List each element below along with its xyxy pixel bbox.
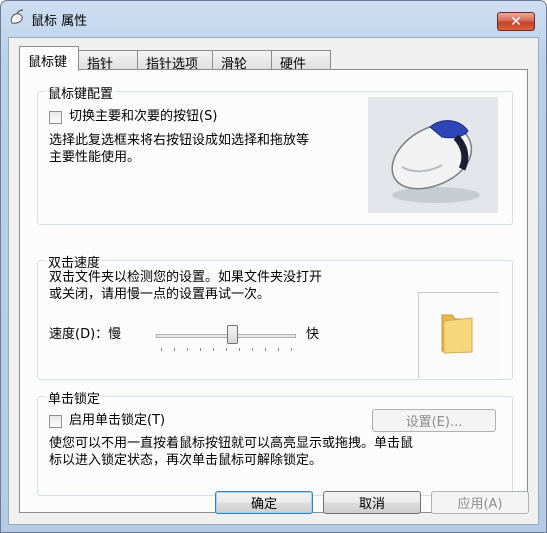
- button-config-group: 鼠标键配置 切换主要和次要的按钮(S) 选择此复选框来将右按钮设成如选择和拖放等…: [37, 83, 513, 225]
- mouse-illustration: [368, 97, 498, 213]
- click-lock-description-line1: 使您可以不用一直按着鼠标按钮就可以高亮显示或拖拽。单击鼠: [49, 436, 414, 451]
- switch-buttons-label[interactable]: 切换主要和次要的按钮(S): [69, 108, 217, 125]
- enable-click-lock-checkbox[interactable]: [49, 415, 62, 428]
- tab-wheel[interactable]: 滑轮: [212, 50, 272, 72]
- test-folder-area[interactable]: [418, 292, 499, 378]
- slider-tick: [174, 348, 175, 351]
- tab-pointer-options[interactable]: 指针选项: [137, 50, 213, 72]
- double-click-description-line1: 双击文件夹以检测您的设置。如果文件夹没打开: [49, 270, 323, 285]
- slider-tick: [200, 348, 201, 351]
- settings-button-label: 设置(E)...: [405, 415, 463, 430]
- slider-tick: [226, 348, 227, 351]
- close-button[interactable]: ✕: [497, 12, 535, 31]
- slider-track[interactable]: [156, 334, 296, 338]
- enable-click-lock-label[interactable]: 启用单击锁定(T): [69, 412, 165, 429]
- cancel-button[interactable]: 取消: [323, 491, 421, 514]
- mouse-properties-window: 鼠标 属性 ✕ 鼠标键 指针 指针选项 滑轮 硬件 鼠标键配置 切换主要和次要的…: [0, 0, 547, 533]
- tab-pointers[interactable]: 指针: [78, 50, 138, 72]
- ok-button[interactable]: 确定: [215, 491, 313, 514]
- click-lock-group: 单击锁定 启用单击锁定(T) 设置(E)... 使您可以不用一直按着鼠标按钮就可…: [37, 388, 513, 496]
- folder-icon[interactable]: [438, 311, 476, 355]
- button-config-description-line1: 选择此复选框来将右按钮设成如选择和拖放等: [49, 133, 310, 148]
- dialog-client-area: 鼠标键 指针 指针选项 滑轮 硬件 鼠标键配置 切换主要和次要的按钮(S) 选择…: [8, 37, 539, 525]
- speed-fast-label: 快: [306, 327, 320, 342]
- tab-buttons[interactable]: 鼠标键: [19, 46, 79, 71]
- click-lock-title: 单击锁定: [46, 388, 103, 407]
- switch-buttons-checkbox[interactable]: [49, 111, 62, 124]
- close-icon: ✕: [510, 13, 522, 30]
- buttons-tab-panel: 鼠标键配置 切换主要和次要的按钮(S) 选择此复选框来将右按钮设成如选择和拖放等…: [19, 69, 528, 513]
- double-click-speed-group: 双击速度 双击文件夹以检测您的设置。如果文件夹没打开 或关闭，请用慢一点的设置再…: [37, 252, 513, 380]
- double-click-speed-slider[interactable]: [156, 323, 296, 357]
- mouse-icon: [10, 9, 24, 24]
- tab-label: 鼠标键: [28, 55, 68, 70]
- slider-tick: [239, 348, 240, 351]
- slider-tick: [161, 348, 162, 351]
- mouse-image-icon: [391, 120, 480, 203]
- ok-button-label: 确定: [250, 497, 277, 512]
- slider-tick: [187, 348, 188, 351]
- click-lock-settings-button[interactable]: 设置(E)...: [372, 409, 496, 432]
- slider-tick: [213, 348, 214, 351]
- speed-slow-label: 速度(D)：慢: [49, 327, 122, 342]
- slider-tick: [291, 348, 292, 351]
- slider-tick: [265, 348, 266, 351]
- double-click-description-line2: 或关闭，请用慢一点的设置再试一次。: [49, 287, 271, 302]
- slider-thumb[interactable]: [227, 325, 238, 344]
- tab-hardware[interactable]: 硬件: [271, 50, 331, 72]
- click-lock-description-line2: 标以进入锁定状态，再次单击鼠标可解除锁定。: [49, 453, 323, 468]
- apply-button[interactable]: 应用(A): [431, 491, 529, 514]
- button-config-description-line2: 主要性能使用。: [49, 150, 141, 165]
- button-config-title: 鼠标键配置: [46, 83, 116, 102]
- apply-button-label: 应用(A): [457, 497, 503, 512]
- slider-tick: [252, 348, 253, 351]
- slider-tick: [278, 348, 279, 351]
- cancel-button-label: 取消: [358, 497, 385, 512]
- window-title: 鼠标 属性: [31, 14, 88, 29]
- title-bar[interactable]: 鼠标 属性 ✕: [1, 1, 546, 35]
